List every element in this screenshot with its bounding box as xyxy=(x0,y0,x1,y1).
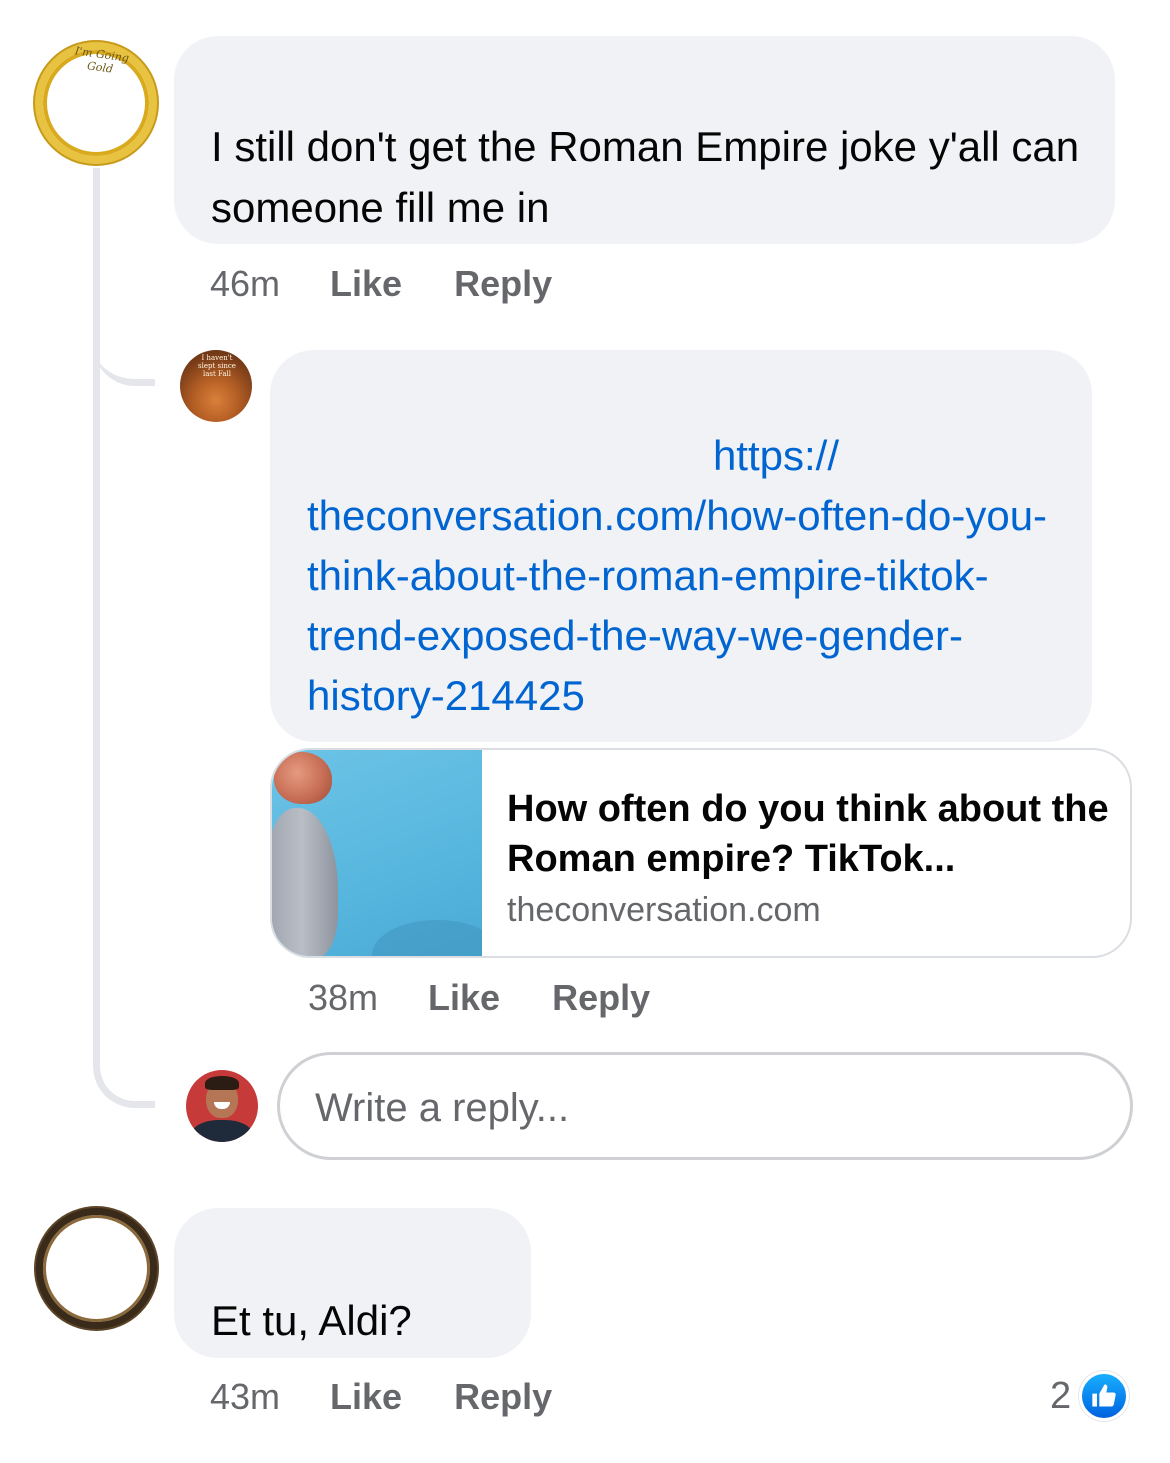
comment-bubble: I still don't get the Roman Empire joke … xyxy=(174,36,1115,244)
like-button[interactable]: Like xyxy=(330,1375,402,1419)
reply-bubble: https:// theconversation.com/how-often-d… xyxy=(270,350,1092,742)
reply-button[interactable]: Reply xyxy=(454,1375,552,1419)
reply-actions: 38m Like Reply xyxy=(308,976,702,1020)
current-user-avatar xyxy=(186,1070,258,1142)
comment-bubble: Et tu, Aldi? xyxy=(174,1208,531,1358)
reaction-summary[interactable]: 2 xyxy=(1050,1370,1130,1422)
avatar-overlay-text: I haven't slept since last Fall xyxy=(198,354,236,378)
like-button[interactable]: Like xyxy=(330,262,402,306)
commenter-avatar[interactable] xyxy=(36,1208,157,1329)
reply-button[interactable]: Reply xyxy=(454,262,552,306)
link-preview-card[interactable]: How often do you think about the Roman e… xyxy=(270,748,1132,958)
write-reply-input[interactable]: Write a reply... xyxy=(277,1052,1133,1160)
statue-head-image xyxy=(272,808,338,956)
reply-commenter-avatar[interactable]: I haven't slept since last Fall xyxy=(180,350,252,422)
comment-timestamp[interactable]: 46m xyxy=(210,262,280,306)
comment-timestamp[interactable]: 43m xyxy=(210,1375,280,1419)
reply-timestamp[interactable]: 38m xyxy=(308,976,378,1020)
link-preview-title: How often do you think about the Roman e… xyxy=(507,788,1109,880)
avatar-hair xyxy=(205,1076,239,1090)
reply-button[interactable]: Reply xyxy=(552,976,650,1020)
comment-actions: 46m Like Reply xyxy=(210,262,604,306)
link-protocol[interactable]: https:// xyxy=(307,426,1067,486)
avatar-shirt xyxy=(192,1120,252,1142)
like-button[interactable]: Like xyxy=(428,976,500,1020)
comment-actions: 43m Like Reply xyxy=(210,1375,604,1419)
thumbs-up-icon xyxy=(1079,1371,1130,1421)
comment-text: Et tu, Aldi? xyxy=(211,1297,412,1344)
commenter-avatar[interactable]: I'm Going Gold xyxy=(35,42,157,164)
thumbnail-shadow xyxy=(372,920,482,956)
comment-text: I still don't get the Roman Empire joke … xyxy=(211,123,1080,231)
reply-input-placeholder: Write a reply... xyxy=(315,1086,570,1130)
link-preview-thumbnail xyxy=(272,750,482,956)
thread-connector-line xyxy=(93,168,155,1108)
link-path[interactable]: theconversation.com/how-often-do-you-thi… xyxy=(307,492,1047,719)
reaction-count: 2 xyxy=(1050,1374,1072,1417)
link-preview-domain: theconversation.com xyxy=(507,891,821,929)
avatar-ring-text: I'm Going Gold xyxy=(74,44,130,76)
brain-image xyxy=(274,752,332,804)
shared-link[interactable]: https:// theconversation.com/how-often-d… xyxy=(307,426,1067,726)
